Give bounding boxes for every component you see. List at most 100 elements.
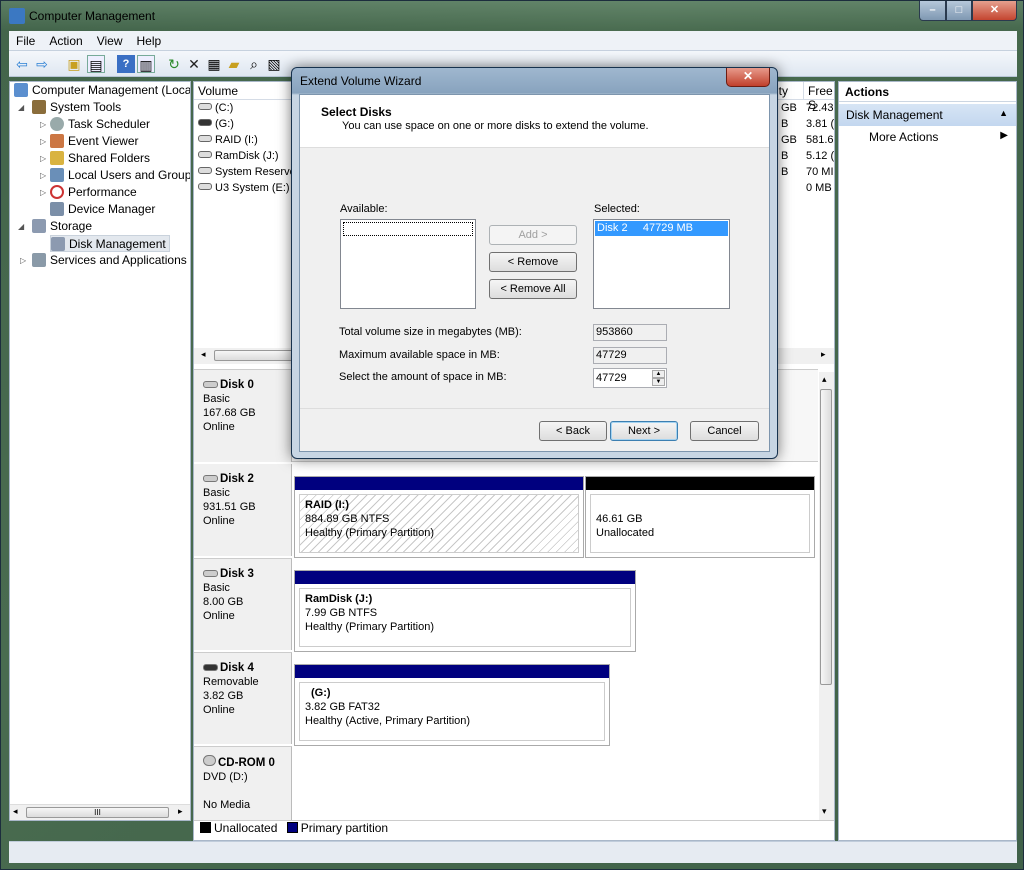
actions-group-disk-management[interactable]: Disk Management ▲ [839,104,1016,126]
tree-item-shared-folders[interactable]: Shared Folders [50,150,150,167]
free-space-cell: 70 MI [806,166,834,178]
next-button[interactable]: Next > [610,421,678,441]
volume-row-u3[interactable]: U3 System (E:) [198,182,290,194]
computer-icon [14,83,28,97]
properties-icon[interactable]: ▦ [205,55,223,73]
capacity-cell: GB [781,102,797,114]
capacity-cell: B [781,166,789,178]
selected-list[interactable]: Disk 2 47729 MB [593,219,730,309]
scroll-right-icon[interactable]: ▸ [821,349,826,360]
tree-item-performance[interactable]: Performance [50,184,137,201]
amount-input[interactable]: 47729 [596,372,627,384]
capacity-cell: GB [781,134,797,146]
storage-icon [32,219,46,233]
tree-item-system-tools[interactable]: System Tools [32,99,121,116]
add-button[interactable]: Add > [489,225,577,245]
close-button[interactable]: ✕ [972,1,1017,21]
menu-view[interactable]: View [90,31,130,48]
tree-item-storage[interactable]: Storage [32,218,92,235]
scroll-left-icon[interactable]: ◂ [201,349,206,360]
wizard-header: Select Disks You can use space on one or… [300,95,769,148]
collapsed-arrow-icon[interactable]: ▷ [40,171,46,180]
disk-map-vertical-scrollbar[interactable]: ▴ ▾ [819,372,834,822]
focus-rect [343,222,473,236]
partition-unallocated-body: 46.61 GB Unallocated [590,494,810,553]
forward-arrow-icon[interactable]: ⇨ [33,55,51,73]
volume-row-ramdisk[interactable]: RamDisk (J:) [198,150,279,162]
collapsed-arrow-icon[interactable]: ▷ [40,154,46,163]
back-arrow-icon[interactable]: ⇦ [13,55,31,73]
up-folder-icon[interactable]: ▣ [65,55,83,73]
available-list[interactable] [340,219,476,309]
tree-item-task-scheduler[interactable]: Task Scheduler [50,116,150,133]
disk-0-label[interactable]: Disk 0 Basic 167.68 GB Online [194,370,292,462]
scroll-right-icon[interactable]: ▸ [178,806,183,817]
amount-stepper[interactable]: 47729 ▲ ▼ [593,368,667,388]
scroll-thumb[interactable]: III [26,807,169,818]
column-volume[interactable]: Volume [194,82,294,100]
scroll-down-icon[interactable]: ▾ [822,806,827,817]
delete-icon[interactable]: ✕ [185,55,203,73]
tree-item-local-users[interactable]: Local Users and Groups [50,167,190,184]
show-hide-tree-icon[interactable]: ▤ [87,55,105,73]
tree-item-event-viewer[interactable]: Event Viewer [50,133,138,150]
partition-unallocated[interactable]: 46.61 GB Unallocated [585,476,815,558]
scroll-thumb[interactable] [820,389,832,685]
partition-raid-body: RAID (I:) 884.89 GB NTFS Healthy (Primary … [299,494,579,553]
spin-up-icon[interactable]: ▲ [652,370,665,378]
partition-ramdisk[interactable]: RamDisk (J:) 7.99 GB NTFS Healthy (Primary… [294,570,636,652]
submenu-arrow-icon: ▶ [1000,130,1008,141]
properties-pane-icon[interactable]: ▥ [137,55,155,73]
tools-icon [32,100,46,114]
search-icon[interactable]: ⌕ [245,55,263,73]
minimize-button[interactable]: – [919,1,946,21]
volume-row-raid[interactable]: RAID (I:) [198,134,258,146]
disk-icon [203,381,218,388]
partition-g[interactable]: (G:) 3.82 GB FAT32 Healthy (Active, Primar… [294,664,610,746]
expand-arrow-icon[interactable]: ◢ [18,222,24,231]
disk-4-label[interactable]: Disk 4 Removable 3.82 GB Online [194,652,292,744]
tree-item-device-manager[interactable]: Device Manager [50,201,155,218]
cancel-button[interactable]: Cancel [690,421,759,441]
disk-2-label[interactable]: Disk 2 Basic 931.51 GB Online [194,464,292,556]
wizard-title: Extend Volume Wizard [300,74,422,88]
collapsed-arrow-icon[interactable]: ▷ [40,120,46,129]
refresh-icon[interactable]: ↻ [165,55,183,73]
selected-disk-item[interactable]: Disk 2 47729 MB [595,221,728,236]
maximize-button[interactable]: □ [946,1,972,21]
menu-file[interactable]: File [9,31,42,48]
scroll-left-icon[interactable]: ◂ [13,806,18,817]
menu-help[interactable]: Help [130,31,169,48]
volume-row-g[interactable]: (G:) [198,118,234,130]
cdrom-0-label[interactable]: CD-ROM 0 DVD (D:) No Media [194,746,292,822]
extend-volume-wizard: Extend Volume Wizard ✕ Select Disks You … [291,67,778,459]
volume-row-c[interactable]: (C:) [198,102,233,114]
partition-raid[interactable]: RAID (I:) 884.89 GB NTFS Healthy (Primary … [294,476,584,558]
tree-item-services[interactable]: Services and Applications [32,252,187,269]
help-icon[interactable]: ? [117,55,135,73]
actions-header: Actions [839,82,1016,102]
disk-3-label[interactable]: Disk 3 Basic 8.00 GB Online [194,558,292,650]
remove-button[interactable]: < Remove [489,252,577,272]
collapsed-arrow-icon[interactable]: ▷ [20,256,26,265]
open-folder-icon[interactable]: ▰ [225,55,243,73]
volume-row-system-reserved[interactable]: System Reserved [198,166,302,178]
scroll-up-icon[interactable]: ▴ [822,374,827,385]
more-actions-link[interactable]: More Actions [869,130,938,144]
collapsed-arrow-icon[interactable]: ▷ [40,137,46,146]
spin-down-icon[interactable]: ▼ [652,378,665,386]
remove-all-button[interactable]: < Remove All [489,279,577,299]
menu-action[interactable]: Action [42,31,89,48]
tree-horizontal-scrollbar[interactable]: ◂ III ▸ [10,804,190,820]
tree-item-disk-management[interactable]: Disk Management [50,235,170,252]
collapsed-arrow-icon[interactable]: ▷ [40,188,46,197]
tree-root[interactable]: Computer Management (Local [14,82,190,99]
back-button[interactable]: < Back [539,421,607,441]
snap-in-icon[interactable]: ▧ [265,55,283,73]
collapse-up-icon[interactable]: ▲ [999,108,1008,118]
performance-icon [50,185,64,199]
column-free-space[interactable]: Free S [804,82,834,112]
window-controls: – □ ✕ [919,1,1017,21]
expand-arrow-icon[interactable]: ◢ [18,103,24,112]
wizard-close-button[interactable]: ✕ [726,68,770,87]
